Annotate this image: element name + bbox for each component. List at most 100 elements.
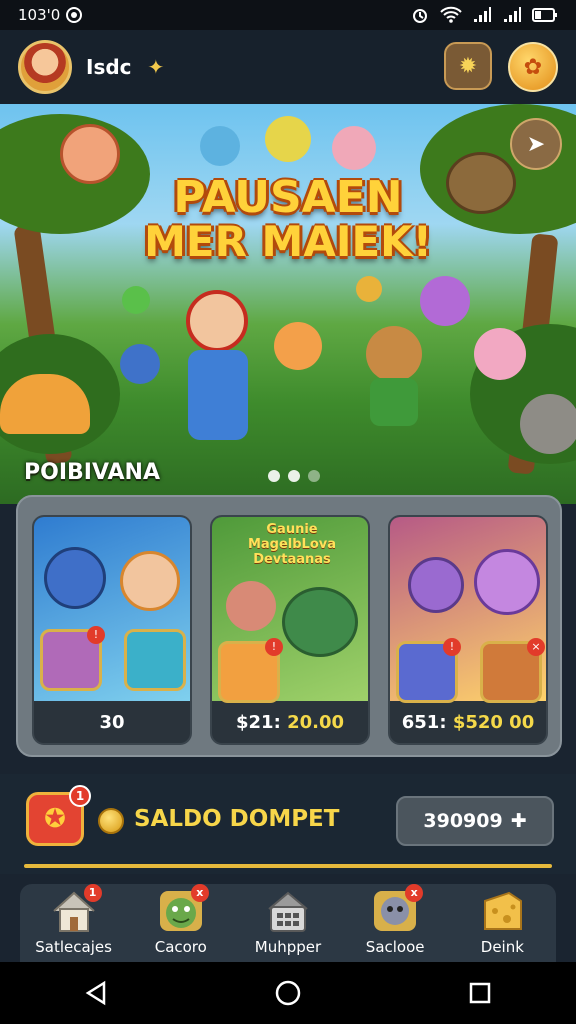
system-nav-bar xyxy=(0,962,576,1024)
nav-label: Deink xyxy=(480,938,524,956)
carousel-dot[interactable] xyxy=(308,470,320,482)
gear-icon: ✹ xyxy=(458,53,478,79)
character-cat xyxy=(366,326,422,382)
character-boy-body xyxy=(188,350,248,440)
card-price-value: 20.00 xyxy=(287,712,344,733)
wallet-badge: 1 xyxy=(69,785,91,807)
nav-item-monster[interactable]: x Cacoro xyxy=(133,884,229,956)
circle-dot-icon xyxy=(66,7,83,23)
character-pig xyxy=(474,328,526,380)
card-art: ! × xyxy=(390,517,546,703)
home-button[interactable] xyxy=(248,973,328,1013)
shop-icon xyxy=(264,888,312,934)
nav-item-ghost[interactable]: x Saclooe xyxy=(347,884,443,956)
card-mini-badge: × xyxy=(527,638,545,656)
battery-icon xyxy=(532,8,557,22)
card-art: ! xyxy=(34,517,190,701)
card-title: Gaunie MagelbLova Devtaanas xyxy=(247,522,337,567)
back-button[interactable] xyxy=(56,973,136,1013)
badge-icon: ✿ xyxy=(523,54,543,80)
character-orange xyxy=(274,322,322,370)
alarm-icon xyxy=(413,9,427,23)
character-blue xyxy=(44,547,106,609)
divider xyxy=(24,864,552,868)
wallet-amount-button[interactable]: 390909 ✚ xyxy=(396,796,554,846)
signal-icon xyxy=(504,7,521,22)
hero-banner[interactable]: PAUSAEN MER MAIEK! ➤ POIBIVANA xyxy=(0,104,576,504)
offer-card[interactable]: Gaunie MagelbLova Devtaanas ! $21: 20.00 xyxy=(210,515,370,745)
nav-badge: 1 xyxy=(83,884,102,902)
offer-cards-panel: ! 30 Gaunie MagelbLova Devtaanas ! $21: 20… xyxy=(16,495,562,757)
card-price: 30 xyxy=(34,712,190,733)
pointer-button[interactable]: ➤ xyxy=(510,118,562,170)
nav-item-home[interactable]: 1 Satlecajes xyxy=(26,884,122,956)
character-purple-cat xyxy=(474,549,540,615)
card-price-value: 30 xyxy=(99,712,125,733)
back-icon xyxy=(85,980,106,1006)
card-mini-badge: ! xyxy=(87,626,105,644)
nav-badge: x xyxy=(190,884,209,902)
hero-title: PAUSAEN MER MAIEK! xyxy=(0,175,576,264)
bottom-nav: 1 Satlecajes x Cacoro Muhpper x Saclooe xyxy=(20,884,556,962)
card-mini-thumb: ! xyxy=(396,638,461,703)
clock: 103'0 xyxy=(18,6,61,24)
character-pink xyxy=(332,126,376,170)
wallet-button[interactable]: ✪ 1 xyxy=(26,785,91,846)
card-mini-thumb: ! xyxy=(40,626,105,691)
character-blue xyxy=(200,126,240,166)
card-mini-thumb: × xyxy=(480,638,545,703)
character-girl xyxy=(60,124,120,184)
coin xyxy=(356,276,382,302)
carousel-dot[interactable] xyxy=(268,470,280,482)
username: Isdc xyxy=(86,55,132,79)
top-bar: Isdc ✦ ✹ ✿ xyxy=(0,30,576,104)
card-mini-badge: ! xyxy=(443,638,461,656)
nav-label: Muhpper xyxy=(254,938,322,956)
character-small-blue xyxy=(120,344,160,384)
hero-label: POIBIVANA xyxy=(24,460,160,485)
card-price-prefix: 651: xyxy=(401,712,447,733)
reward-button[interactable]: ✿ xyxy=(508,42,558,92)
bird-icon: ✪ xyxy=(44,804,66,834)
nav-label: Cacoro xyxy=(154,938,207,956)
character-cat xyxy=(226,581,276,631)
carousel-dot[interactable] xyxy=(288,470,300,482)
character-boy xyxy=(186,290,248,352)
card-art: Gaunie MagelbLova Devtaanas ! xyxy=(212,517,368,703)
nav-badge: x xyxy=(405,884,424,902)
coin-icon xyxy=(98,808,124,834)
wallet-label: SALDO DOMPET xyxy=(134,806,340,832)
wallet-amount: 390909 xyxy=(423,810,503,832)
wallet-bar: ✪ 1 SALDO DOMPET 390909 ✚ xyxy=(0,774,576,874)
nav-item-shop[interactable]: Muhpper xyxy=(240,888,336,956)
home-icon: 1 xyxy=(50,884,102,934)
sparkle-icon: ✦ xyxy=(147,55,165,79)
character-gray-cat xyxy=(520,394,576,454)
character-cat-body xyxy=(370,378,418,426)
character-purple xyxy=(408,557,464,613)
game-app: 103'0 Isdc ✦ ✹ ✿ PAUSAEN MER MAIEK! ➤ PO… xyxy=(0,0,576,1024)
character-yellow xyxy=(265,116,311,162)
nav-item-cheese[interactable]: Deink xyxy=(454,888,550,956)
offer-card[interactable]: ! 30 xyxy=(32,515,192,745)
monster-icon: x xyxy=(157,884,209,934)
card-price: 651: $520 00 xyxy=(390,712,546,733)
gear-button[interactable]: ✹ xyxy=(444,42,492,90)
card-mini-thumb xyxy=(124,629,186,691)
square-icon xyxy=(469,982,491,1004)
gem xyxy=(122,286,150,314)
signal-icon xyxy=(474,7,491,22)
offer-card[interactable]: ! × 651: $520 00 xyxy=(388,515,548,745)
recents-button[interactable] xyxy=(440,973,520,1013)
card-price: $21: 20.00 xyxy=(212,712,368,733)
avatar[interactable] xyxy=(18,40,72,94)
plus-icon: ✚ xyxy=(510,810,527,832)
character-monster xyxy=(282,587,358,657)
character-girl xyxy=(120,551,180,611)
status-bar: 103'0 xyxy=(0,0,576,30)
cheese-icon xyxy=(478,888,526,934)
nav-label: Saclooe xyxy=(365,938,425,956)
card-mini-badge: ! xyxy=(265,638,283,656)
pointer-icon: ➤ xyxy=(526,131,546,157)
ghost-icon: x xyxy=(371,884,424,934)
